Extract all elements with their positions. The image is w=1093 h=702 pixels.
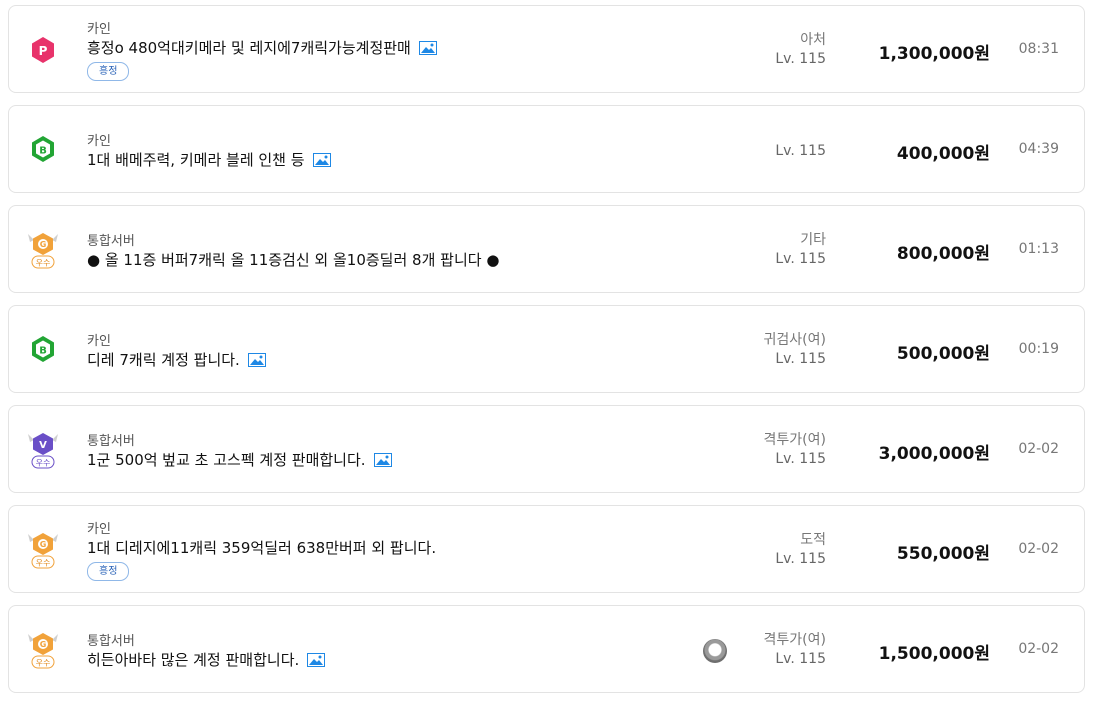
character-job: 격투가(여)	[763, 432, 826, 448]
image-attached-icon	[418, 41, 437, 59]
listing-time: 04:39	[1018, 141, 1059, 157]
svg-text:G: G	[40, 540, 47, 549]
character-level: Lv. 115	[775, 451, 826, 467]
excellent-badge-text: 우수	[36, 659, 51, 668]
server-name: 카인	[87, 522, 111, 537]
negotiable-tag: 흥정	[87, 562, 130, 581]
seller-avatar-icon[interactable]	[703, 639, 727, 663]
v-excellent-badge-icon: V 우수	[25, 428, 61, 472]
character-level: Lv. 115	[775, 51, 826, 67]
character-level: Lv. 115	[775, 651, 826, 667]
listing-title[interactable]: ● 올 11증 버퍼7캐릭 올 11증검신 외 올10증딜러 8개 팝니다 ●	[87, 249, 499, 270]
server-name: 카인	[87, 22, 111, 37]
listing-time: 02-02	[1018, 441, 1059, 457]
listing-price: 500,000원	[896, 344, 990, 364]
server-name: 카인	[87, 134, 111, 149]
listing-title[interactable]: 흥정o 480억대키메라 및 레지에7캐릭가능계정판매	[87, 37, 437, 59]
excellent-badge-text: 우수	[36, 559, 51, 568]
listing-card[interactable]: G 우수 통합서버 히든아바타 많은 계정 판매합니다. 격투가(여) Lv. …	[8, 605, 1085, 693]
listing-time: 02-02	[1018, 641, 1059, 657]
character-job: 아처	[800, 32, 826, 48]
server-name: 카인	[87, 334, 111, 349]
listing-price: 800,000원	[896, 244, 990, 264]
character-job: 도적	[800, 532, 826, 548]
gold-excellent-badge-icon: G 우수	[25, 228, 61, 272]
listing-title[interactable]: 히든아바타 많은 계정 판매합니다.	[87, 649, 326, 671]
excellent-badge-text: 우수	[36, 459, 51, 468]
listing-price: 1,500,000원	[878, 644, 990, 664]
svg-text:B: B	[39, 146, 47, 157]
server-name: 통합서버	[87, 234, 135, 249]
listing-price: 3,000,000원	[878, 444, 990, 464]
svg-text:G: G	[40, 240, 47, 249]
listing-card[interactable]: B 카인 디레 7캐릭 계정 팝니다. 귀검사(여) Lv. 115 500,0…	[8, 305, 1085, 393]
negotiable-tag: 흥정	[87, 62, 130, 81]
character-job: 귀검사(여)	[763, 332, 826, 348]
listing-title[interactable]: 디레 7캐릭 계정 팝니다.	[87, 349, 266, 371]
character-level: Lv. 115	[775, 251, 826, 267]
listing-price: 400,000원	[896, 144, 990, 164]
listing-card[interactable]: G 우수 통합서버 ● 올 11증 버퍼7캐릭 올 11증검신 외 올10증딜러…	[8, 205, 1085, 293]
listing-price: 550,000원	[896, 544, 990, 564]
character-level: Lv. 115	[775, 551, 826, 567]
listing-card[interactable]: B 카인 1대 배메주력, 키메라 블레 인챈 등 Lv. 115 400,00…	[8, 105, 1085, 193]
character-level: Lv. 115	[775, 143, 826, 159]
listing-time: 01:13	[1018, 241, 1059, 257]
image-attached-icon	[247, 353, 266, 371]
svg-text:B: B	[39, 346, 47, 357]
svg-text:V: V	[39, 440, 47, 451]
svg-text:G: G	[40, 640, 47, 649]
listing-list: P 카인 흥정o 480억대키메라 및 레지에7캐릭가능계정판매 흥정 아처 L…	[0, 0, 1093, 702]
character-job: 기타	[800, 232, 826, 248]
excellent-badge-text: 우수	[36, 259, 51, 268]
character-level: Lv. 115	[775, 351, 826, 367]
listing-title[interactable]: 1군 500억 벞교 초 고스펙 계정 판매합니다.	[87, 449, 392, 471]
image-attached-icon	[307, 653, 326, 671]
listing-time: 08:31	[1018, 41, 1059, 57]
svg-text:P: P	[39, 44, 48, 58]
image-attached-icon	[373, 453, 392, 471]
listing-price: 1,300,000원	[878, 44, 990, 64]
b-badge-icon: B	[25, 128, 61, 172]
listing-card[interactable]: P 카인 흥정o 480억대키메라 및 레지에7캐릭가능계정판매 흥정 아처 L…	[8, 5, 1085, 93]
gold-excellent-badge-icon: G 우수	[25, 528, 61, 572]
listing-card[interactable]: G 우수 카인 1대 디레지에11캐릭 359억딜러 638만버퍼 외 팝니다.…	[8, 505, 1085, 593]
listing-time: 00:19	[1018, 341, 1059, 357]
server-name: 통합서버	[87, 434, 135, 449]
listing-title[interactable]: 1대 디레지에11캐릭 359억딜러 638만버퍼 외 팝니다.	[87, 537, 436, 558]
listing-time: 02-02	[1018, 541, 1059, 557]
listing-card[interactable]: V 우수 통합서버 1군 500억 벞교 초 고스펙 계정 판매합니다. 격투가…	[8, 405, 1085, 493]
server-name: 통합서버	[87, 634, 135, 649]
character-job: 격투가(여)	[763, 632, 826, 648]
image-attached-icon	[312, 153, 331, 171]
listing-title[interactable]: 1대 배메주력, 키메라 블레 인챈 등	[87, 149, 331, 171]
b-badge-icon: B	[25, 328, 61, 372]
gold-excellent-badge-icon: G 우수	[25, 628, 61, 672]
p-badge-icon: P	[25, 28, 61, 72]
